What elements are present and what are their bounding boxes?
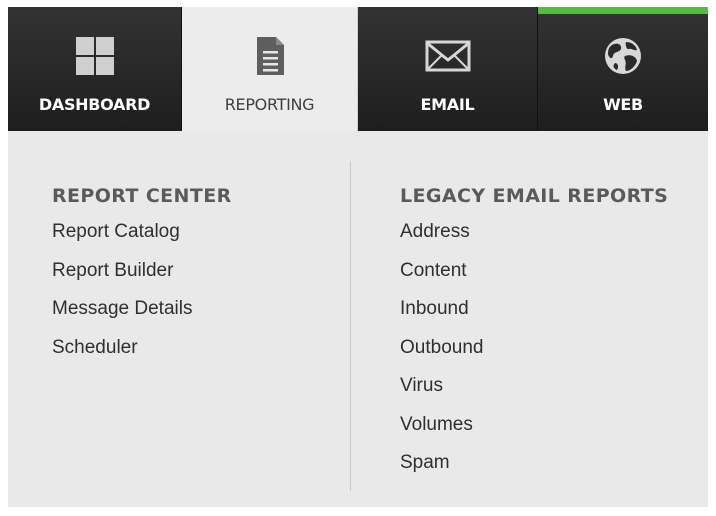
column-divider [350,161,351,491]
menu-item-content[interactable]: Content [400,259,668,298]
menu-item-report-builder[interactable]: Report Builder [52,259,232,298]
menu-item-address[interactable]: Address [400,220,668,259]
tab-web-label: WEB [603,95,643,114]
menu-item-message-details[interactable]: Message Details [52,297,232,336]
main-nav-tabbar: DASHBOARD REPORTING EMAIL WEB [8,7,708,131]
globe-icon [603,35,643,77]
reporting-dropdown-frame: DASHBOARD REPORTING EMAIL WEB REPORT CEN… [8,7,708,507]
menu-item-report-catalog[interactable]: Report Catalog [52,220,232,259]
tab-email-label: EMAIL [420,95,475,114]
document-icon [254,35,286,77]
legacy-email-reports-heading: LEGACY EMAIL REPORTS [400,185,669,207]
grid-icon [75,35,115,77]
report-center-column: REPORT CENTER Report Catalog Report Buil… [52,185,232,374]
menu-item-inbound[interactable]: Inbound [400,297,668,336]
tab-reporting-label: REPORTING [224,95,315,114]
active-section-accent-bar [538,7,708,14]
tab-web[interactable]: WEB [538,7,708,131]
legacy-email-reports-column: LEGACY EMAIL REPORTS Address Content Inb… [400,185,668,490]
tab-reporting[interactable]: REPORTING [182,7,358,131]
tab-dashboard[interactable]: DASHBOARD [8,7,182,131]
report-center-heading: REPORT CENTER [52,185,232,207]
menu-item-spam[interactable]: Spam [400,451,668,490]
reporting-menu-panel: REPORT CENTER Report Catalog Report Buil… [8,131,708,507]
menu-item-outbound[interactable]: Outbound [400,336,668,375]
tab-dashboard-label: DASHBOARD [38,95,151,114]
menu-item-virus[interactable]: Virus [400,374,668,413]
tab-email[interactable]: EMAIL [358,7,538,131]
menu-item-volumes[interactable]: Volumes [400,413,668,452]
envelope-icon [425,35,471,77]
menu-item-scheduler[interactable]: Scheduler [52,336,232,375]
